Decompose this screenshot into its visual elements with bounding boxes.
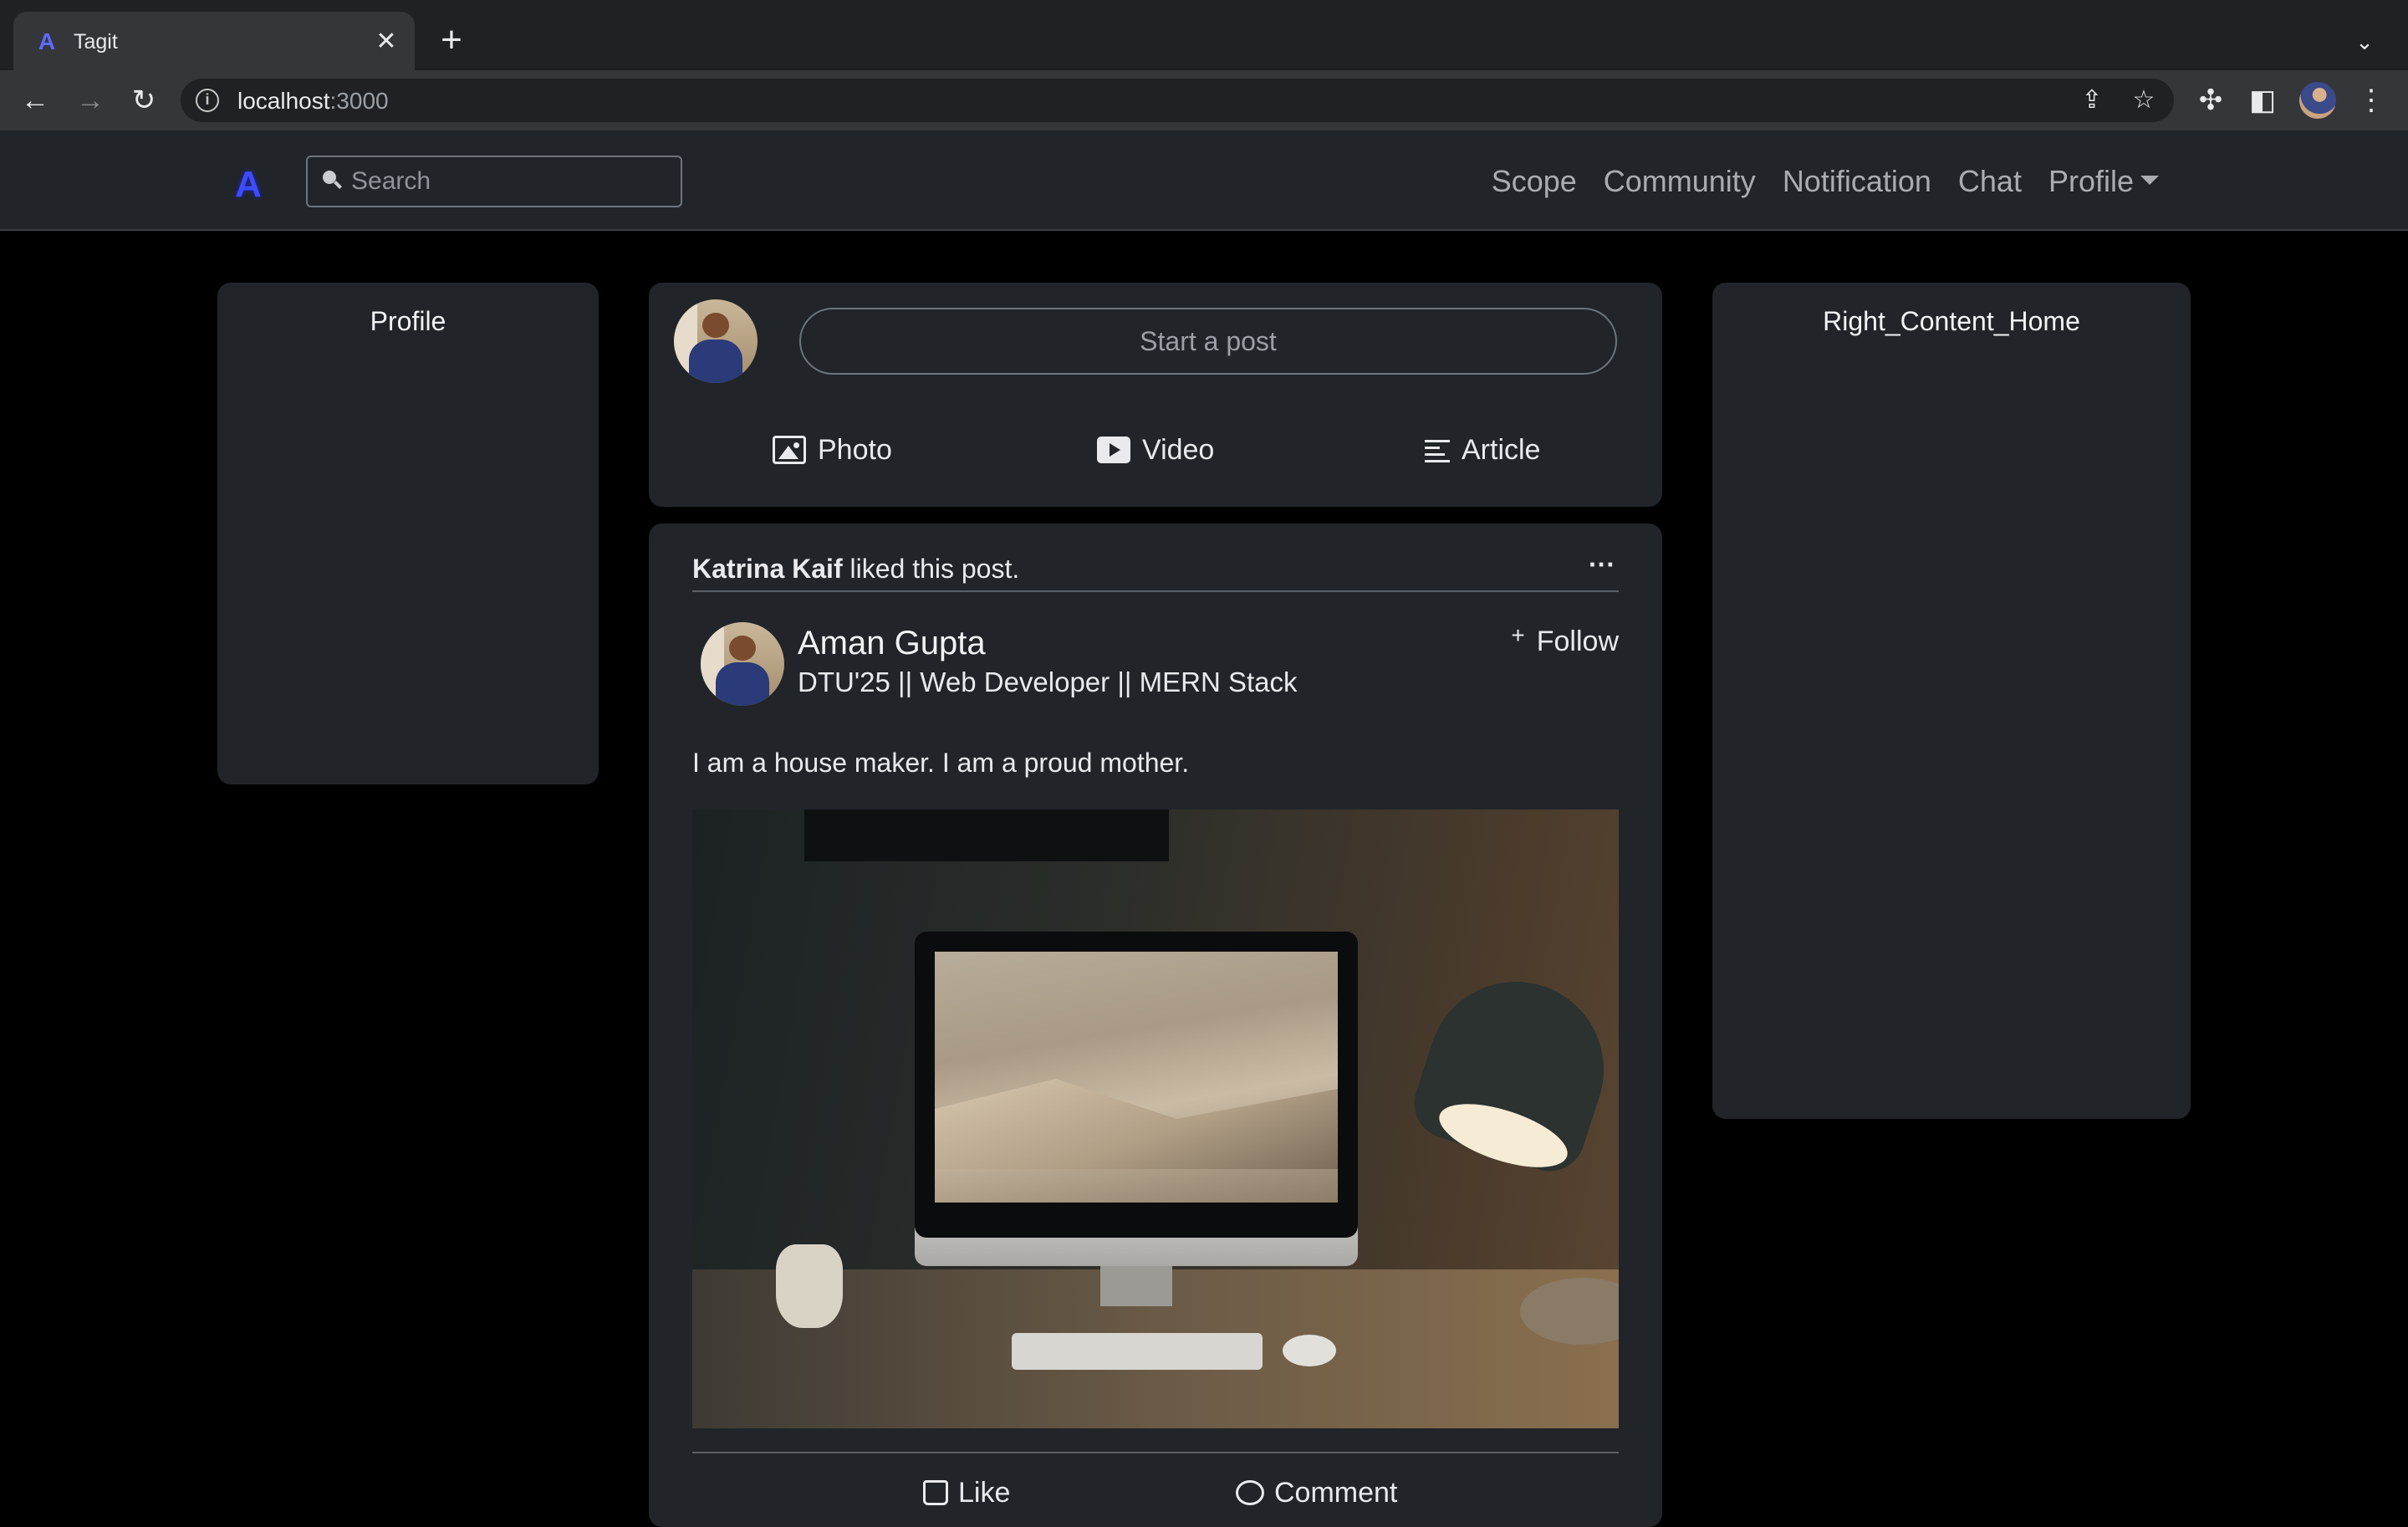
user-avatar[interactable] [674, 299, 758, 383]
like-label: Like [958, 1477, 1011, 1509]
brand-logo[interactable]: A [227, 164, 269, 206]
comment-button[interactable]: Comment [1236, 1472, 1397, 1514]
extensions-icon[interactable]: ✣ [2191, 80, 2231, 120]
reload-icon[interactable]: ↻ [124, 80, 164, 120]
profile-card: Profile [217, 283, 599, 784]
nav-community[interactable]: Community [1604, 161, 1756, 202]
caret-down-icon [2140, 176, 2159, 185]
nav-notification[interactable]: Notification [1783, 161, 1931, 202]
wall-frame [804, 809, 1169, 861]
video-icon [1097, 437, 1130, 463]
mouse [1283, 1335, 1336, 1366]
post-divider [692, 1452, 1619, 1453]
right-content-card: Right_Content_Home [1712, 283, 2191, 1119]
url-host: localhost [237, 88, 330, 114]
author-avatar[interactable] [701, 622, 784, 706]
liked-text: liked this post. [849, 554, 1020, 584]
post-image[interactable] [692, 809, 1619, 1428]
side-panel-icon[interactable]: ◧ [2242, 80, 2283, 120]
nav-links: Scope Community Notification Chat Profil… [1492, 161, 2159, 202]
search-icon [321, 169, 343, 191]
profile-avatar[interactable] [2299, 82, 2336, 119]
search-box[interactable] [306, 156, 682, 207]
comment-icon [1236, 1480, 1264, 1505]
browser-toolbar: ← → ↻ i localhost:3000 ⇪ ☆ ✣ ◧ ⋮ [0, 70, 2408, 130]
url-port: :3000 [329, 88, 389, 114]
monitor-stand [1100, 1266, 1172, 1306]
nav-profile-dropdown[interactable]: Profile [2048, 161, 2159, 202]
back-icon[interactable]: ← [15, 80, 55, 120]
author-headline: DTU'25 || Web Developer || MERN Stack [798, 666, 1298, 697]
video-button[interactable]: Video [1097, 425, 1214, 475]
browser-tabstrip: A Tagit ✕ + ⌄ [0, 0, 2408, 70]
like-button[interactable]: Like [923, 1472, 1010, 1514]
photo-label: Photo [818, 433, 892, 466]
feed-post: Katrina Kaif liked this post. ··· Aman G… [649, 523, 1662, 1527]
more-options-icon[interactable]: ··· [1585, 551, 1619, 585]
article-button[interactable]: Article [1425, 425, 1540, 475]
article-icon [1425, 438, 1450, 462]
address-bar[interactable]: i localhost:3000 ⇪ ☆ [181, 79, 2174, 122]
right-content-title: Right_Content_Home [1823, 306, 2080, 336]
thumbs-up-icon [923, 1480, 948, 1505]
new-tab-icon[interactable]: + [431, 22, 472, 62]
post-activity-header: Katrina Kaif liked this post. ··· [692, 551, 1619, 592]
monitor [915, 932, 1358, 1238]
article-label: Article [1462, 433, 1541, 466]
share-icon[interactable]: ⇪ [2074, 82, 2110, 119]
liker-name[interactable]: Katrina Kaif [692, 554, 843, 584]
post-composer: Start a post Photo Video Article [649, 283, 1662, 507]
url-text[interactable]: localhost:3000 [237, 89, 389, 114]
chevron-down-icon[interactable]: ⌄ [2348, 25, 2381, 59]
tagit-favicon-icon: A [38, 28, 56, 54]
author-name[interactable]: Aman Gupta [798, 624, 986, 662]
keyboard [1012, 1333, 1263, 1370]
nav-profile-label: Profile [2048, 164, 2134, 198]
photo-button[interactable]: Photo [773, 425, 892, 475]
follow-label: Follow [1536, 625, 1619, 657]
bookmark-star-icon[interactable]: ☆ [2125, 82, 2162, 119]
plus-icon: + [1511, 622, 1525, 648]
plant-pot [776, 1244, 843, 1328]
close-icon[interactable]: ✕ [370, 25, 403, 59]
video-label: Video [1142, 433, 1215, 466]
composer-actions: Photo Video Article [649, 425, 1662, 475]
photo-icon [773, 436, 806, 464]
browser-tab[interactable]: A Tagit ✕ [13, 12, 415, 70]
nav-scope[interactable]: Scope [1492, 161, 1577, 202]
search-input[interactable] [351, 166, 669, 197]
post-text: I am a house maker. I am a proud mother. [692, 748, 1190, 778]
app-navbar: A Scope Community Notification Chat Prof… [0, 130, 2408, 231]
comment-label: Comment [1274, 1477, 1398, 1509]
forward-icon[interactable]: → [70, 80, 110, 120]
nav-chat[interactable]: Chat [1958, 161, 2022, 202]
tab-title: Tagit [74, 30, 118, 54]
monitor-screen [935, 952, 1338, 1203]
profile-card-title: Profile [370, 306, 446, 336]
kebab-menu-icon[interactable]: ⋮ [2351, 80, 2391, 120]
follow-button[interactable]: + Follow [1511, 622, 1619, 661]
start-post-button[interactable]: Start a post [799, 308, 1617, 375]
site-info-icon[interactable]: i [196, 89, 219, 112]
post-actions: Like Comment [649, 1472, 1662, 1514]
